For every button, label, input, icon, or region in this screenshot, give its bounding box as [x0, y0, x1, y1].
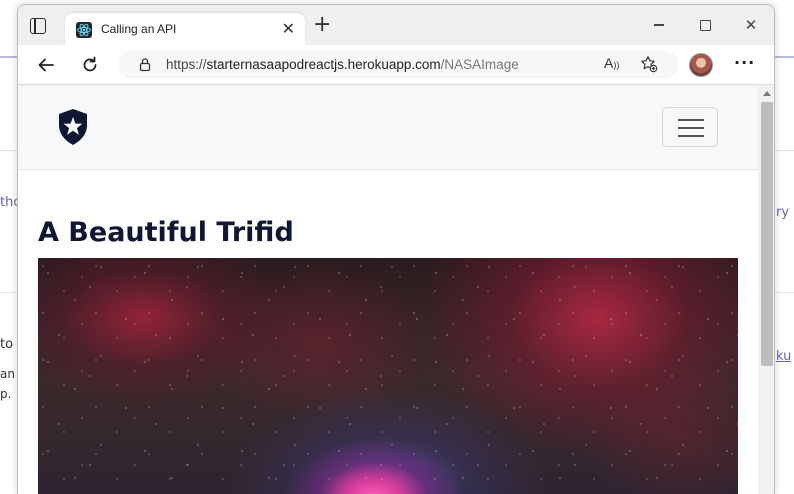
url-protocol: https:// [166, 57, 207, 72]
close-window-icon[interactable]: ✕ [736, 13, 766, 37]
background-text: an [0, 367, 15, 381]
nebula-image [38, 258, 738, 494]
address-bar: https://starternasaapodreactjs.herokuapp… [18, 45, 774, 85]
vertical-scrollbar[interactable] [758, 86, 774, 494]
tab-actions-icon[interactable] [30, 18, 46, 34]
tab-title: Calling an API [101, 22, 177, 36]
page-viewport: A Beautiful Trifid [18, 86, 758, 494]
site-navbar [18, 86, 758, 170]
add-favorite-icon[interactable] [640, 55, 658, 77]
more-icon[interactable]: ··· [734, 53, 755, 72]
scroll-up-arrow-icon[interactable] [763, 91, 771, 96]
tab-bar: Calling an API ✕ + ✕ [18, 5, 774, 46]
plus-icon[interactable]: + [313, 13, 331, 37]
minimize-icon[interactable] [644, 13, 674, 37]
browser-tab[interactable]: Calling an API ✕ [65, 13, 305, 46]
auth0-logo-icon[interactable] [56, 108, 90, 146]
back-arrow-icon[interactable] [34, 53, 58, 77]
close-tab-icon[interactable]: ✕ [282, 19, 295, 38]
scrollbar-thumb[interactable] [761, 102, 773, 366]
navbar-toggler-button[interactable] [662, 107, 718, 147]
read-aloud-icon[interactable]: A)) [604, 55, 619, 71]
page-title: A Beautiful Trifid [38, 217, 294, 248]
url-host: starternasaapodreactjs.herokuapp.com [206, 57, 441, 72]
background-link[interactable]: ku [776, 349, 791, 364]
maximize-icon[interactable] [690, 13, 720, 37]
url-text: https://starternasaapodreactjs.herokuapp… [166, 57, 519, 72]
background-text: ry [776, 205, 790, 220]
browser-window: Calling an API ✕ + ✕ https://starternasa… [17, 4, 775, 494]
react-logo-icon [76, 22, 92, 38]
url-input[interactable]: https://starternasaapodreactjs.herokuapp… [118, 50, 678, 79]
url-path: /NASAImage [440, 57, 519, 72]
profile-avatar[interactable] [689, 53, 713, 77]
refresh-icon[interactable] [78, 53, 102, 77]
background-text: p. [0, 387, 12, 401]
lock-icon[interactable] [138, 57, 152, 76]
